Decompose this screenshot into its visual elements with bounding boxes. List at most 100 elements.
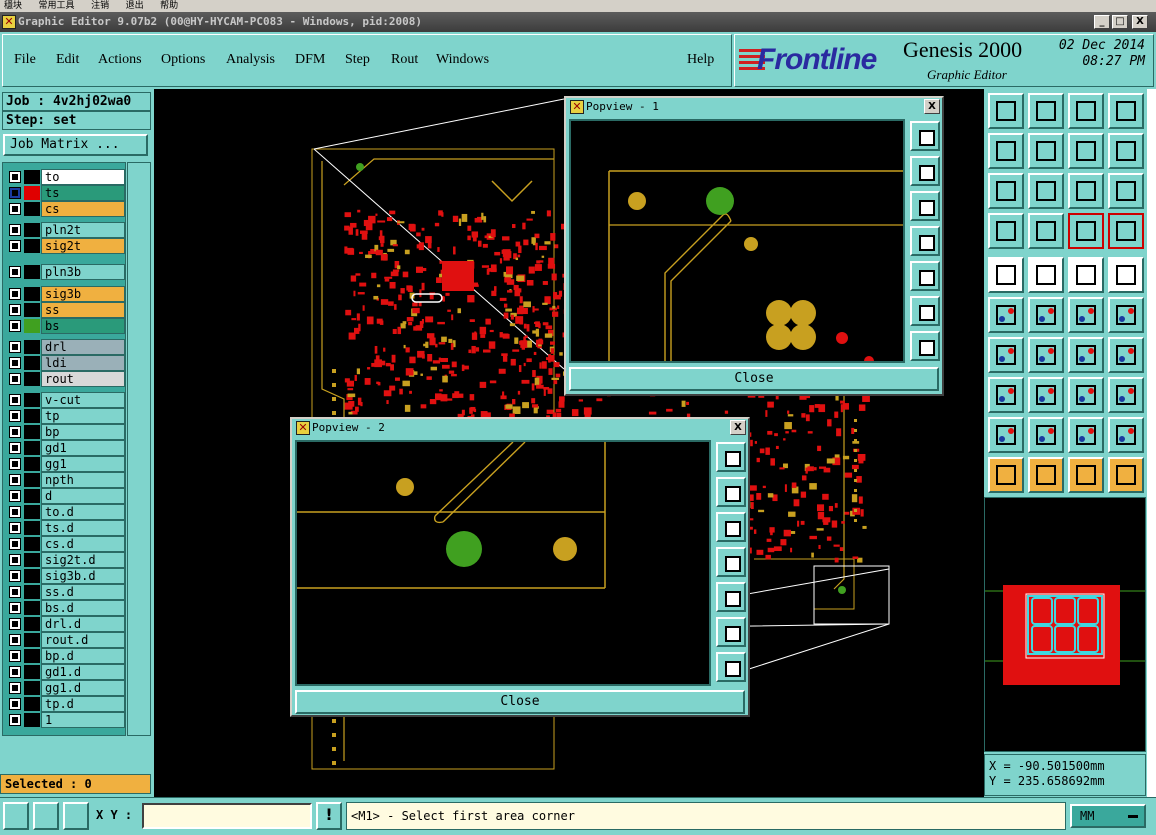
popview-2-close-button[interactable]: Close [295, 690, 745, 714]
layer-checkbox[interactable] [9, 203, 21, 215]
menu-edit[interactable]: Edit [56, 52, 79, 68]
layer-name[interactable]: ts [41, 185, 125, 201]
popview-pan-left-button[interactable] [910, 226, 940, 256]
layer-name[interactable]: to.d [41, 504, 125, 520]
layer-name[interactable]: gg1 [41, 456, 125, 472]
layer-color-swatch[interactable] [24, 665, 40, 679]
layer-checkbox[interactable] [9, 490, 21, 502]
connect-icon[interactable] [988, 297, 1024, 333]
layer-checkbox[interactable] [9, 224, 21, 236]
zoom-home-icon[interactable] [1028, 173, 1064, 209]
layer-row-bs[interactable]: bs [7, 318, 125, 334]
flatten-icon[interactable] [1028, 377, 1064, 413]
arch-icon[interactable] [1068, 417, 1104, 453]
layer-color-swatch[interactable] [24, 356, 40, 370]
layer-color-swatch[interactable] [24, 223, 40, 237]
layer-name[interactable]: pln3b [41, 264, 125, 280]
snap-mode-icon[interactable] [3, 802, 29, 830]
layer-name[interactable]: gd1.d [41, 664, 125, 680]
layer-checkbox[interactable] [9, 357, 21, 369]
layer-checkbox[interactable] [9, 682, 21, 694]
popview-zoom-in-button[interactable] [716, 617, 746, 647]
layer-name[interactable]: sig3b.d [41, 568, 125, 584]
layer-name[interactable]: rout.d [41, 632, 125, 648]
strip-item[interactable]: 注销 [91, 0, 109, 11]
menu-step[interactable]: Step [345, 52, 370, 68]
layer-color-swatch[interactable] [24, 202, 40, 216]
layer-color-swatch[interactable] [24, 393, 40, 407]
line-icon[interactable] [988, 337, 1024, 373]
layer-name[interactable]: gd1 [41, 440, 125, 456]
snap-on-icon[interactable] [1068, 213, 1104, 249]
layer-row-bs-d[interactable]: bs.d [7, 600, 125, 616]
layer-row-npth[interactable]: npth [7, 472, 125, 488]
add-feature-icon[interactable] [988, 257, 1024, 293]
layer-row-sig2t-d[interactable]: sig2t.d [7, 552, 125, 568]
layer-color-swatch[interactable] [24, 489, 40, 503]
menu-dfm[interactable]: DFM [295, 52, 325, 68]
layer-name[interactable]: drl [41, 339, 125, 355]
menu-actions[interactable]: Actions [98, 52, 142, 68]
snap-off-icon[interactable] [1108, 213, 1144, 249]
layer-row-pln3b[interactable]: pln3b [7, 264, 125, 280]
delete-icon[interactable] [1028, 297, 1064, 333]
layer-row-ss[interactable]: ss [7, 302, 125, 318]
layer-name[interactable]: ss [41, 302, 125, 318]
layer-checkbox[interactable] [9, 554, 21, 566]
popview-pan-down-button[interactable] [716, 512, 746, 542]
layer-color-swatch[interactable] [24, 303, 40, 317]
select-box-icon[interactable] [1028, 457, 1064, 493]
layer-row-drl-d[interactable]: drl.d [7, 616, 125, 632]
layer-row-1[interactable]: 1 [7, 712, 125, 728]
layer-color-swatch[interactable] [24, 601, 40, 615]
strip-item[interactable]: 帮助 [160, 0, 178, 11]
layer-color-swatch[interactable] [24, 186, 40, 200]
layer-checkbox[interactable] [9, 650, 21, 662]
layer-name[interactable]: d [41, 488, 125, 504]
layer-checkbox[interactable] [9, 288, 21, 300]
strip-item[interactable]: 常用工具 [39, 0, 75, 11]
layer-color-swatch[interactable] [24, 537, 40, 551]
popview-pan-left-button[interactable] [716, 547, 746, 577]
job-matrix-button[interactable]: Job Matrix ... [3, 134, 148, 156]
layer-row-bp[interactable]: bp [7, 424, 125, 440]
layer-checkbox[interactable] [9, 506, 21, 518]
layer-name[interactable]: bs.d [41, 600, 125, 616]
ruler-icon[interactable] [1068, 257, 1104, 293]
close-button[interactable]: X [1132, 15, 1148, 29]
popview-1-close-icon[interactable]: X [924, 99, 940, 114]
menu-options[interactable]: Options [161, 52, 205, 68]
layer-checkbox[interactable] [9, 698, 21, 710]
layer-checkbox[interactable] [9, 341, 21, 353]
menu-analysis[interactable]: Analysis [226, 52, 275, 68]
layer-row-rout[interactable]: rout [7, 371, 125, 387]
layer-checkbox[interactable] [9, 240, 21, 252]
layer-name[interactable]: gg1.d [41, 680, 125, 696]
layer-color-swatch[interactable] [24, 319, 40, 333]
layer-row-sig2t[interactable]: sig2t [7, 238, 125, 254]
layer-color-swatch[interactable] [24, 457, 40, 471]
maximize-button[interactable]: □ [1112, 15, 1128, 29]
layer-row-sig3b-d[interactable]: sig3b.d [7, 568, 125, 584]
step-up-icon[interactable] [988, 93, 1024, 129]
measure-icon[interactable] [33, 802, 59, 830]
layer-display-icon[interactable] [1028, 257, 1064, 293]
layer-checkbox[interactable] [9, 602, 21, 614]
layer-name[interactable]: sig2t.d [41, 552, 125, 568]
layer-checkbox[interactable] [9, 458, 21, 470]
layer-name[interactable]: npth [41, 472, 125, 488]
redraw-icon[interactable] [1108, 133, 1144, 169]
layer-color-swatch[interactable] [24, 265, 40, 279]
attributes-icon[interactable] [1108, 377, 1144, 413]
layer-checkbox[interactable] [9, 618, 21, 630]
layer-checkbox[interactable] [9, 171, 21, 183]
layer-color-swatch[interactable] [24, 287, 40, 301]
arc-icon[interactable] [1068, 337, 1104, 373]
layer-name[interactable]: sig3b [41, 286, 125, 302]
popview-zoom-out-button[interactable] [716, 652, 746, 682]
peak-icon[interactable] [1028, 417, 1064, 453]
layer-name[interactable]: bs [41, 318, 125, 334]
layer-row-gd1[interactable]: gd1 [7, 440, 125, 456]
triangle-icon[interactable] [988, 417, 1024, 453]
layer-checkbox[interactable] [9, 570, 21, 582]
